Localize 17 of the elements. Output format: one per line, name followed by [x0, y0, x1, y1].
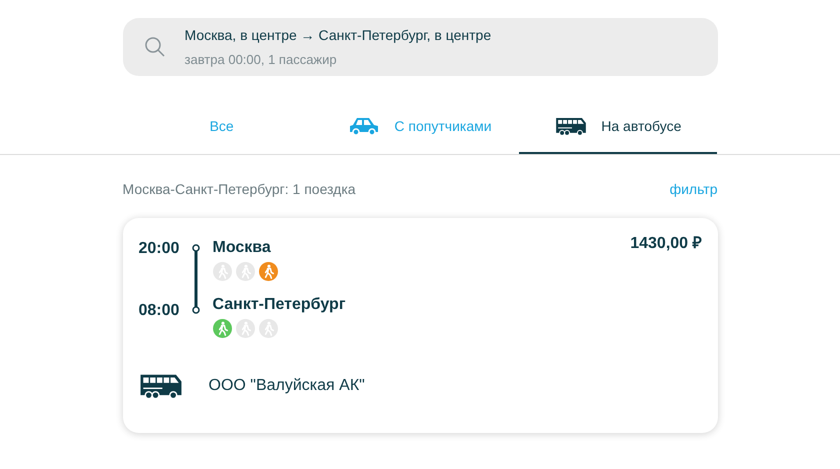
search-details: завтра 00:00, 1 пассажир	[184, 50, 338, 69]
results-summary: Москва-Санкт-Петербург: 1 поездка	[122, 180, 356, 199]
departure-time: 08:00	[138, 301, 180, 321]
car-icon	[348, 116, 380, 136]
route-line	[190, 244, 200, 314]
search-field[interactable]: Москва, в центре → Санкт-Петербург, в центре завтра 00:00, 1 пассажир	[122, 18, 718, 76]
city-name: Санкт-Петербург	[212, 295, 346, 315]
price: 1430,00 ₽	[630, 234, 702, 252]
bus-icon	[138, 372, 182, 400]
bus-icon	[555, 116, 588, 136]
city-name: Москва	[212, 238, 272, 258]
tab[interactable]: На автобусе	[519, 100, 718, 154]
trip-card[interactable]: 20:00 08:00 Москва Санкт-Петербург 1430,00 ₽ ООО "Валуйская АК"	[122, 218, 718, 433]
carrier-name: ООО "Валуйская АК"	[208, 376, 365, 396]
route-text: Москва, в центре → Санкт-Петербург, в центре	[184, 26, 492, 45]
search-icon	[142, 35, 166, 59]
departure-time: 20:00	[138, 239, 180, 259]
